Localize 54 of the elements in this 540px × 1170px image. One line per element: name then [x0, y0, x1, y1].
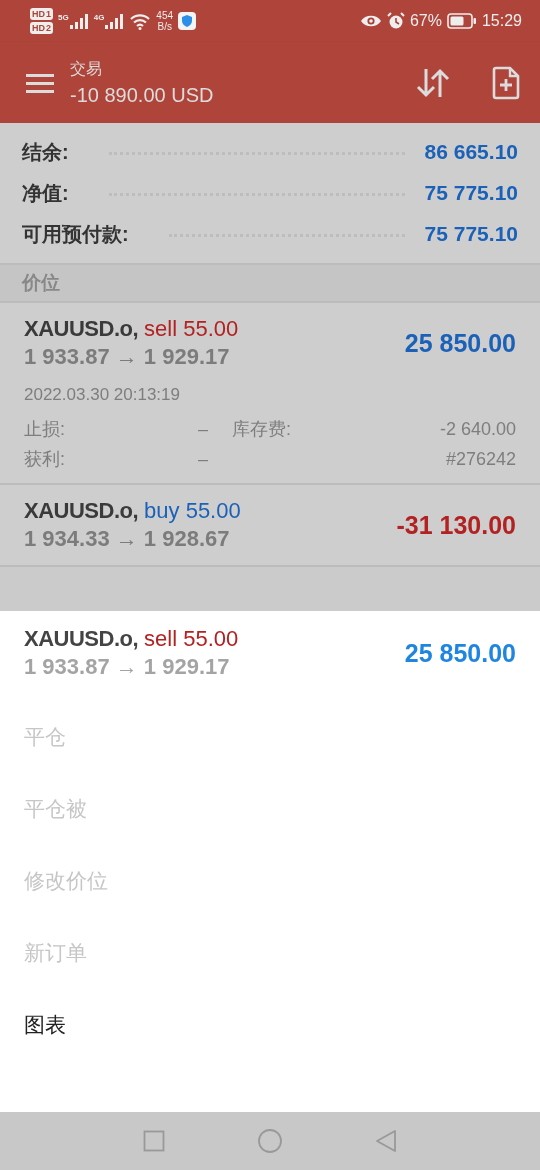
summary-label: 结余: — [22, 139, 69, 165]
trade-direction: buy 55.00 — [144, 497, 241, 525]
summary-value: 75 775.10 — [424, 222, 518, 246]
battery-level: 67% — [409, 12, 442, 30]
wifi-icon — [129, 12, 152, 30]
price-range: 1 934.33 → 1 928.67 — [24, 525, 231, 553]
signal-icon — [104, 13, 125, 29]
detail-label: 库存费: — [231, 418, 292, 441]
menu-button[interactable] — [26, 72, 54, 93]
section-title: 价位 — [22, 271, 60, 295]
price-range: 1 933.87 → 1 929.17 — [24, 343, 231, 371]
sort-button[interactable] — [416, 66, 450, 99]
new-order-button[interactable] — [492, 65, 520, 100]
symbol-label: XAUUSD.o, — [24, 315, 139, 343]
price-range: 1 933.87 → 1 929.17 — [24, 653, 231, 681]
shield-icon — [178, 12, 197, 30]
network-speed: 454 — [156, 10, 174, 21]
detail-value: -2 640.00 — [438, 418, 516, 440]
add-document-icon — [492, 65, 520, 100]
speed-unit: B/s — [157, 21, 172, 32]
alarm-icon — [386, 12, 405, 30]
position-profit: 25 850.00 — [404, 328, 516, 358]
network-label: 5G — [58, 13, 69, 22]
account-profit: -10 890.00 USD — [70, 83, 215, 107]
summary-label: 净值: — [22, 180, 69, 206]
summary-value: 86 665.10 — [424, 140, 518, 164]
position-profit: 25 850.00 — [404, 638, 516, 668]
menu-item[interactable]: 图表 — [0, 989, 90, 1061]
eye-icon — [359, 14, 382, 28]
sort-icon — [416, 66, 450, 99]
detail-value: – — [197, 448, 208, 470]
battery-icon — [446, 13, 477, 29]
detail-label: 获利: — [24, 448, 66, 471]
detail-label: 止损: — [24, 418, 66, 441]
symbol-label: XAUUSD.o, — [24, 497, 139, 525]
open-time: 2022.03.30 20:13:19 — [24, 385, 181, 405]
trade-direction: sell 55.00 — [144, 625, 239, 653]
detail-value: – — [197, 418, 208, 440]
menu-icon — [26, 72, 54, 93]
position-profit: -31 130.00 — [396, 510, 516, 540]
summary-value: 75 775.10 — [424, 181, 518, 205]
screen-title: 交易 — [70, 58, 103, 79]
symbol-label: XAUUSD.o, — [24, 625, 139, 653]
triangle-icon — [375, 1129, 397, 1153]
sim-badge: HD1 — [30, 8, 53, 20]
circle-icon — [257, 1128, 283, 1154]
sim-badge: HD2 — [30, 22, 53, 34]
signal-icon — [68, 13, 89, 29]
trade-direction: sell 55.00 — [144, 315, 239, 343]
summary-label: 可用预付款: — [22, 221, 129, 247]
clock: 15:29 — [481, 12, 522, 30]
network-label: 4G — [93, 13, 105, 22]
detail-value: #276242 — [444, 448, 516, 470]
square-icon — [143, 1130, 165, 1152]
